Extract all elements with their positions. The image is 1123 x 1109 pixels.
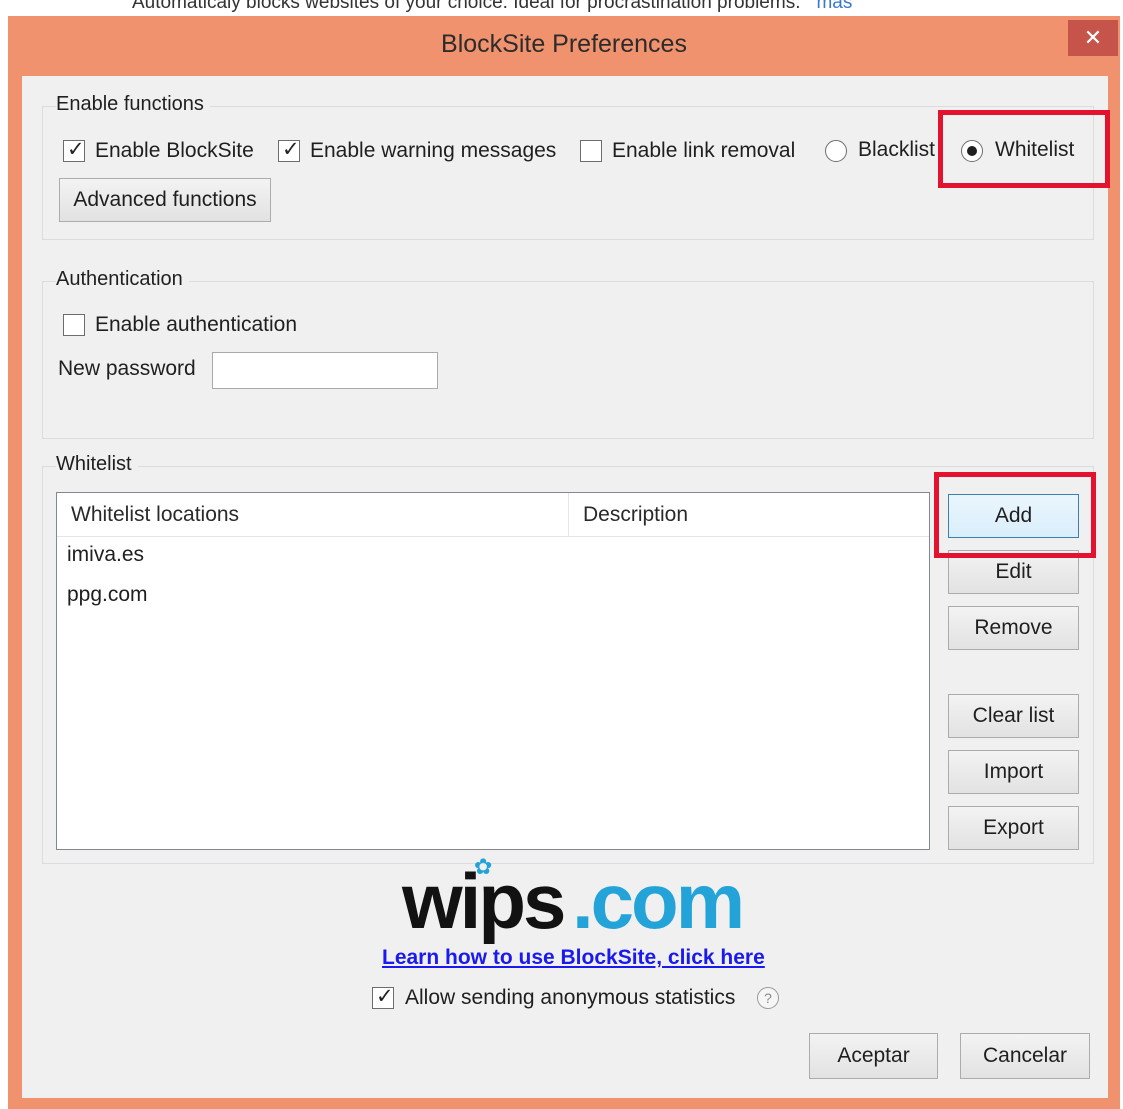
enable-warning-checkbox[interactable]: ✓	[278, 138, 300, 162]
export-button[interactable]: Export	[948, 806, 1079, 850]
close-icon: ✕	[1083, 25, 1103, 50]
background-line: Automaticaly blocks websites of your cho…	[132, 0, 852, 14]
new-password-input[interactable]	[212, 352, 438, 389]
check-icon: ✓	[376, 985, 394, 1008]
whitelist-highlight-box	[938, 110, 1110, 188]
table-header: Whitelist locations Description	[57, 493, 929, 537]
check-icon: ✓	[67, 138, 85, 161]
enable-link-removal-checkbox[interactable]	[580, 140, 602, 162]
enable-link-removal-label[interactable]: Enable link removal	[612, 138, 795, 164]
cancelar-button[interactable]: Cancelar	[960, 1033, 1090, 1079]
logo-wips-text: wips	[402, 857, 566, 945]
enable-blocksite-checkbox[interactable]: ✓	[63, 138, 85, 162]
column-header-description[interactable]: Description	[569, 493, 929, 537]
help-icon[interactable]: ?	[757, 987, 779, 1009]
authentication-label: Authentication	[56, 268, 189, 291]
anonymous-stats-checkbox[interactable]: ✓	[372, 985, 394, 1009]
window-title: BlockSite Preferences	[441, 30, 687, 58]
clear-list-button[interactable]: Clear list	[948, 694, 1079, 738]
background-more-link[interactable]: más	[816, 0, 852, 13]
enable-functions-label: Enable functions	[56, 93, 210, 116]
import-button[interactable]: Import	[948, 750, 1079, 794]
learn-how-link[interactable]: Learn how to use BlockSite, click here	[382, 946, 765, 970]
table-row[interactable]: imiva.es	[67, 543, 144, 567]
enable-authentication-checkbox[interactable]	[63, 314, 85, 336]
add-highlight-box	[934, 472, 1096, 558]
whitelist-table[interactable]: Whitelist locations Description imiva.es…	[56, 492, 930, 850]
table-row[interactable]: ppg.com	[67, 583, 148, 607]
anonymous-stats-label[interactable]: Allow sending anonymous statistics	[405, 985, 735, 1011]
enable-blocksite-label[interactable]: Enable BlockSite	[95, 138, 254, 164]
wips-logo: ✿ wips .com	[402, 856, 745, 946]
aceptar-button[interactable]: Aceptar	[809, 1033, 938, 1079]
enable-warning-label[interactable]: Enable warning messages	[310, 138, 556, 164]
authentication-group	[42, 281, 1094, 439]
title-bar[interactable]: BlockSite Preferences ✕	[8, 16, 1120, 76]
column-header-locations[interactable]: Whitelist locations	[57, 493, 569, 537]
check-icon: ✓	[282, 138, 300, 161]
blacklist-radio[interactable]	[825, 140, 847, 162]
whitelist-group-label: Whitelist	[56, 453, 138, 476]
remove-button[interactable]: Remove	[948, 606, 1079, 650]
close-button[interactable]: ✕	[1068, 20, 1118, 56]
advanced-functions-button[interactable]: Advanced functions	[59, 178, 271, 222]
logo-dotcom-text: .com	[572, 857, 745, 945]
new-password-label: New password	[58, 357, 196, 380]
blacklist-label[interactable]: Blacklist	[858, 137, 935, 163]
enable-authentication-label[interactable]: Enable authentication	[95, 312, 297, 338]
